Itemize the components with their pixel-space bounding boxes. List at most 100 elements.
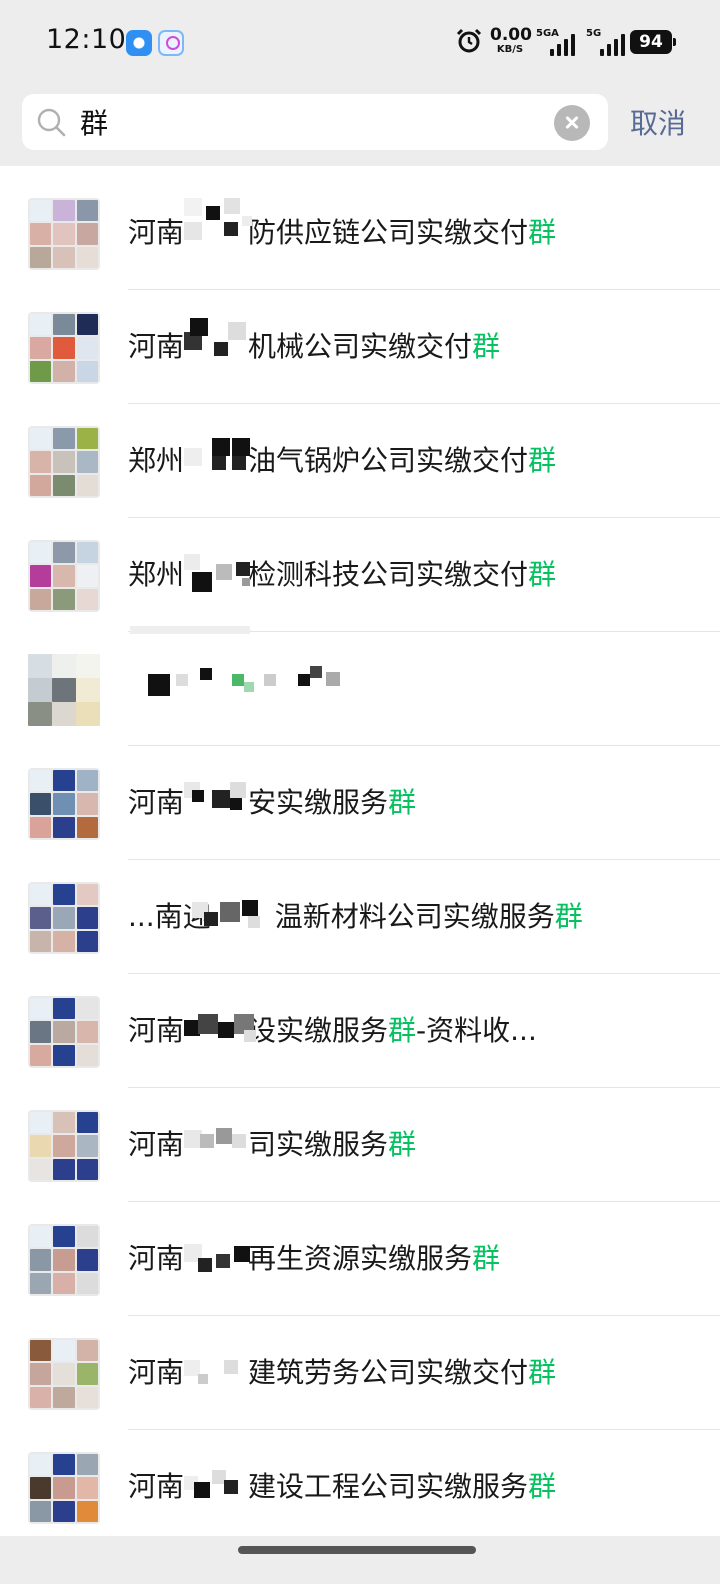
avatar-tile: [76, 1112, 98, 1134]
avatar-tile: [76, 1249, 98, 1271]
avatar-tile: [76, 1500, 98, 1522]
search-result-row[interactable]: 河南 设实缴服务群-资料收...: [0, 974, 720, 1088]
avatar-tile: [53, 246, 75, 268]
cancel-button[interactable]: 取消: [630, 102, 686, 142]
avatar-tile: [76, 337, 98, 359]
avatar-tile: [53, 451, 75, 473]
avatar-tile: [30, 1477, 52, 1499]
avatar-tile: [53, 223, 75, 245]
status-bar: 12:10 0.00 KB/S 5GA 5G 94: [0, 0, 720, 84]
avatar-tile: [53, 1021, 75, 1043]
group-name-highlight: 群: [472, 1242, 501, 1275]
search-result-row[interactable]: 河南 建设工程公司实缴服务群: [0, 1430, 720, 1536]
group-name-highlight: 群: [388, 1014, 417, 1047]
search-result-row[interactable]: 河南 再生资源实缴服务群: [0, 1202, 720, 1316]
avatar-tile: [76, 565, 98, 587]
group-name-highlight: 群: [388, 1128, 417, 1161]
avatar-tile: [52, 702, 76, 726]
avatar-tile: [30, 1340, 52, 1362]
group-name-prefix: 河南: [128, 216, 185, 249]
group-name: 郑州 检测科技公司实缴交付群: [128, 518, 556, 632]
avatar-tile: [53, 588, 75, 610]
search-box[interactable]: [22, 94, 608, 150]
avatar-tile: [53, 314, 75, 336]
avatar-tile: [30, 1112, 52, 1134]
avatar-tile: [76, 1340, 98, 1362]
battery-icon: 94: [630, 30, 676, 54]
group-avatar: [28, 1452, 100, 1524]
battery-level: 94: [639, 32, 663, 52]
avatar-tile: [76, 702, 100, 726]
avatar-tile: [53, 200, 75, 222]
avatar-tile: [76, 1386, 98, 1408]
avatar-tile: [76, 588, 98, 610]
group-name-prefix: 河南: [128, 330, 185, 363]
avatar-tile: [53, 1386, 75, 1408]
group-name: 河南 设实缴服务群-资料收...: [128, 974, 537, 1088]
group-name-highlight: 群: [528, 216, 557, 249]
group-name: 河南 机械公司实缴交付群: [128, 290, 500, 404]
avatar-tile: [53, 998, 75, 1020]
group-avatar: [28, 996, 100, 1068]
avatar-tile: [76, 474, 98, 496]
search-result-row[interactable]: 河南 司实缴服务群: [0, 1088, 720, 1202]
avatar-tile: [52, 654, 76, 678]
browser-app-icon: [126, 30, 152, 56]
screen: 12:10 0.00 KB/S 5GA 5G 94 群 取消 河南 防供应链公司…: [0, 0, 720, 1584]
group-name-text: 再生资源实缴服务: [248, 1242, 473, 1275]
avatar-tile: [76, 360, 98, 382]
avatar-tile: [53, 1226, 75, 1248]
avatar-tile: [30, 1363, 52, 1385]
search-result-row[interactable]: 郑州 油气锅炉公司实缴交付群: [0, 404, 720, 518]
search-result-row[interactable]: ...南迎 温新材料公司实缴服务群: [0, 860, 720, 974]
avatar-tile: [53, 1340, 75, 1362]
avatar-tile: [76, 998, 98, 1020]
search-input[interactable]: [80, 94, 550, 150]
avatar-tile: [30, 1500, 52, 1522]
avatar-tile: [53, 474, 75, 496]
group-avatar: [28, 1110, 100, 1182]
search-result-row[interactable]: [0, 626, 720, 746]
clear-search-button[interactable]: [554, 105, 590, 141]
home-indicator[interactable]: [238, 1546, 476, 1554]
group-name-text: 司实缴服务: [248, 1128, 389, 1161]
group-name-highlight: 群: [472, 330, 501, 363]
group-name-prefix: ...南迎: [128, 900, 211, 933]
avatar-tile: [30, 1454, 52, 1476]
search-result-row[interactable]: 河南 安实缴服务群: [0, 746, 720, 860]
avatar-tile: [76, 451, 98, 473]
avatar-tile: [30, 246, 52, 268]
search-result-row[interactable]: 河南 建筑劳务公司实缴交付群: [0, 1316, 720, 1430]
avatar-tile: [30, 770, 52, 792]
avatar-tile: [30, 223, 52, 245]
group-name-prefix: 河南: [128, 1356, 185, 1389]
group-name-highlight: 群: [388, 786, 417, 819]
avatar-tile: [30, 930, 52, 952]
avatar-tile: [30, 542, 52, 564]
avatar-tile: [76, 1135, 98, 1157]
avatar-tile: [76, 678, 100, 702]
avatar-tile: [53, 428, 75, 450]
avatar-tile: [28, 702, 52, 726]
search-result-row[interactable]: 河南 防供应链公司实缴交付群: [0, 176, 720, 290]
avatar-tile: [53, 884, 75, 906]
group-avatar: [28, 1224, 100, 1296]
network-speed: 0.00 KB/S: [490, 25, 532, 56]
avatar-tile: [28, 654, 52, 678]
group-name-highlight: 群: [528, 1356, 557, 1389]
avatar-tile: [30, 1021, 52, 1043]
search-result-row[interactable]: 郑州 检测科技公司实缴交付群: [0, 518, 720, 632]
avatar-tile: [53, 907, 75, 929]
avatar-tile: [76, 1454, 98, 1476]
group-name-highlight: 群: [554, 900, 583, 933]
avatar-tile: [53, 816, 75, 838]
avatar-tile: [30, 360, 52, 382]
network-speed-value: 0.00: [490, 25, 532, 45]
avatar-tile: [53, 565, 75, 587]
search-result-row[interactable]: 河南 机械公司实缴交付群: [0, 290, 720, 404]
avatar-tile: [30, 816, 52, 838]
avatar-tile: [53, 1477, 75, 1499]
avatar-tile: [30, 1272, 52, 1294]
avatar-tile: [30, 1044, 52, 1066]
cloud-app-icon: [158, 30, 184, 56]
